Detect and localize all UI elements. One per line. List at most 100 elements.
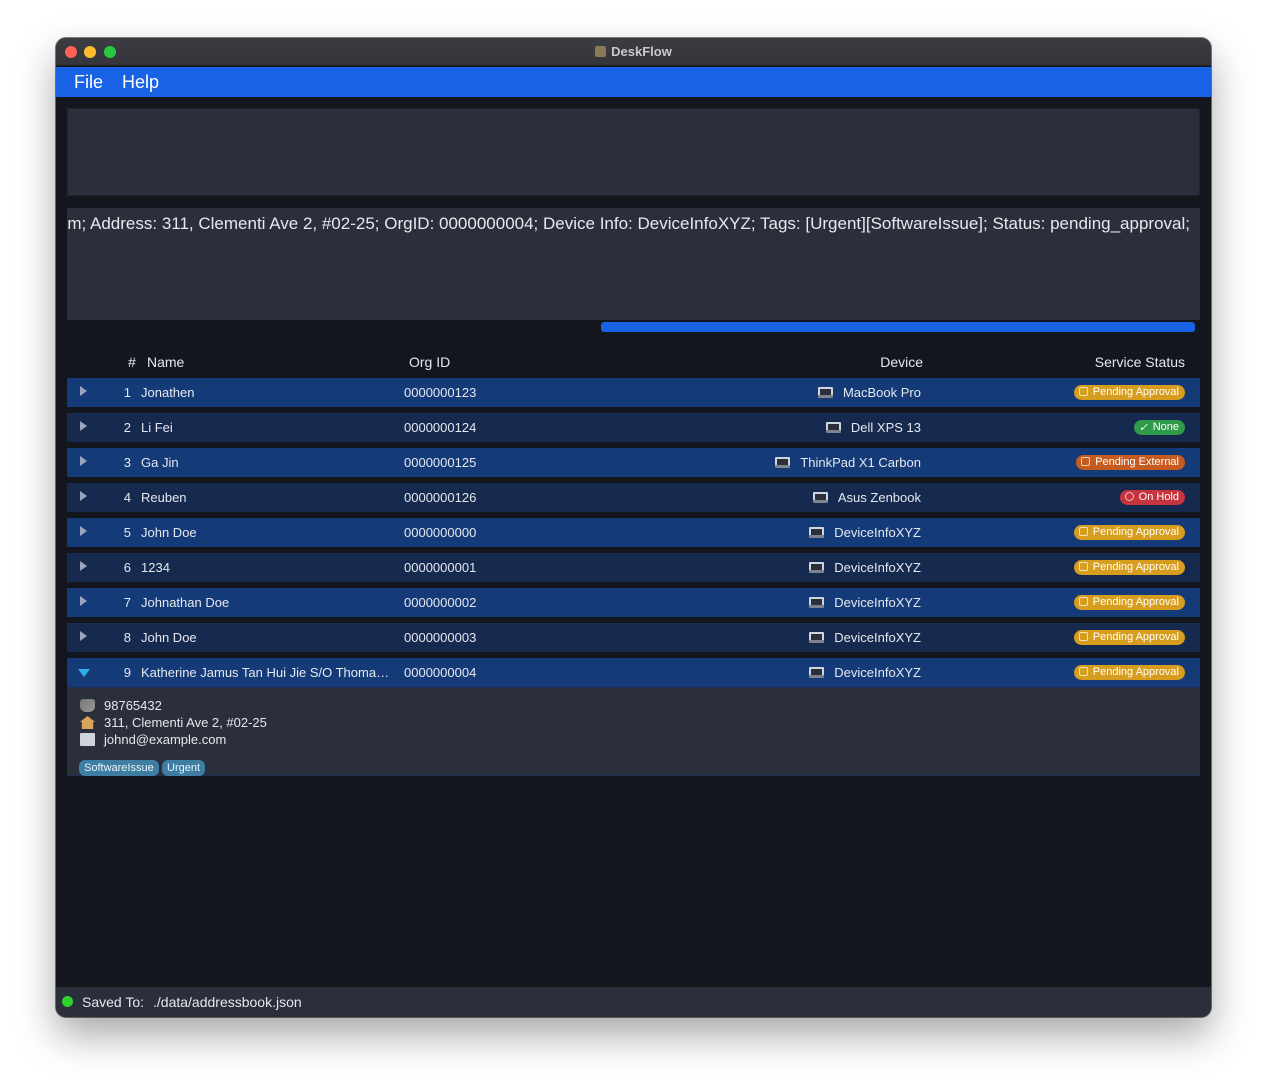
row-org-id: 0000000000 [404, 525, 477, 540]
status-badge-text: None [1152, 421, 1179, 433]
expand-arrow-icon[interactable] [80, 526, 87, 536]
row-device-text: Dell XPS 13 [850, 420, 921, 435]
row-org-id: 0000000002 [404, 595, 477, 610]
app-window: DeskFlow File Help le.com; Address: 311,… [56, 38, 1211, 1017]
row-number: 1 [123, 385, 131, 400]
hourglass-icon [1078, 597, 1088, 606]
row-device: DeviceInfoXYZ [809, 630, 921, 645]
table-row[interactable]: 8 John Doe 0000000003 DeviceInfoXYZ Pend… [67, 623, 1200, 652]
detail-phone: 98765432 [80, 698, 162, 713]
app-icon [595, 46, 607, 57]
status-badge: Pending Approval [1073, 525, 1185, 540]
status-badge: ✓ None [1133, 420, 1185, 435]
expand-arrow-icon[interactable] [80, 421, 87, 431]
row-device: Dell XPS 13 [825, 420, 921, 435]
row-device-text: DeviceInfoXYZ [834, 560, 921, 575]
status-badge: On Hold [1119, 490, 1185, 505]
status-label: Saved To: [82, 994, 145, 1010]
table-row[interactable]: 3 Ga Jin 0000000125 ThinkPad X1 Carbon P… [67, 448, 1200, 477]
table-row[interactable]: 1 Jonathen 0000000123 MacBook Pro Pendin… [67, 378, 1200, 407]
tag-chip: SoftwareIssue [79, 760, 159, 776]
row-org-id: 0000000126 [404, 490, 477, 505]
menu-file[interactable]: File [74, 72, 103, 93]
table-row[interactable]: 6 1234 0000000001 DeviceInfoXYZ Pending … [67, 553, 1200, 582]
row-name: 1234 [141, 560, 170, 575]
expand-arrow-icon[interactable] [80, 561, 87, 571]
status-badge-text: On Hold [1138, 491, 1179, 503]
column-header-name: Name [147, 354, 185, 370]
detail-email: johnd@example.com [80, 732, 226, 747]
detail-address-text: 311, Clementi Ave 2, #02-25 [104, 715, 267, 730]
table-row[interactable]: 7 Johnathan Doe 0000000002 DeviceInfoXYZ… [67, 588, 1200, 617]
laptop-icon [825, 422, 841, 433]
laptop-icon [809, 667, 825, 678]
row-device: ThinkPad X1 Carbon [775, 455, 921, 470]
status-badge: Pending Approval [1073, 385, 1185, 400]
row-number: 5 [123, 525, 131, 540]
row-device: Asus Zenbook [812, 490, 921, 505]
expand-arrow-icon[interactable] [80, 596, 87, 606]
laptop-icon [809, 527, 825, 538]
row-name: Li Fei [141, 420, 173, 435]
hourglass-icon [1078, 667, 1088, 676]
row-number: 4 [123, 490, 131, 505]
expand-arrow-icon[interactable] [80, 456, 87, 466]
row-org-id: 0000000123 [404, 385, 477, 400]
row-device-text: ThinkPad X1 Carbon [800, 455, 921, 470]
collapse-arrow-icon[interactable] [78, 669, 90, 677]
row-name: Reuben [141, 490, 187, 505]
column-header-org-id: Org ID [409, 354, 451, 370]
column-header-device: Device [880, 354, 923, 370]
expand-arrow-icon[interactable] [80, 631, 87, 641]
contact-list: 1 Jonathen 0000000123 MacBook Pro Pendin… [67, 378, 1200, 776]
expand-arrow-icon[interactable] [80, 491, 87, 501]
row-number: 9 [123, 665, 131, 680]
detail-phone-text: 98765432 [104, 698, 162, 713]
table-row[interactable]: 2 Li Fei 0000000124 Dell XPS 13 ✓ None [67, 413, 1200, 442]
external-icon [1081, 457, 1091, 466]
row-org-id: 0000000003 [404, 630, 477, 645]
command-input[interactable] [67, 108, 1200, 196]
table-row[interactable]: 4 Reuben 0000000126 Asus Zenbook On Hold [67, 483, 1200, 512]
home-icon [80, 716, 95, 729]
laptop-icon [812, 492, 828, 503]
status-badge-text: Pending External [1095, 456, 1179, 468]
row-name: Jonathen [141, 385, 195, 400]
status-badge: Pending Approval [1073, 560, 1185, 575]
row-name: Katherine Jamus Tan Hui Jie S/O Thomas W… [141, 665, 393, 680]
row-org-id: 0000000124 [404, 420, 477, 435]
laptop-icon [817, 387, 833, 398]
table-row[interactable]: 5 John Doe 0000000000 DeviceInfoXYZ Pend… [67, 518, 1200, 547]
checkmark-icon: ✓ [1138, 422, 1148, 434]
result-display[interactable]: le.com; Address: 311, Clementi Ave 2, #0… [67, 208, 1200, 320]
result-scrollbar[interactable] [67, 320, 1200, 334]
save-path: ./data/addressbook.json [153, 994, 302, 1010]
table-row-expanded[interactable]: 9 Katherine Jamus Tan Hui Jie S/O Thomas… [67, 658, 1200, 687]
status-badge-text: Pending Approval [1092, 631, 1179, 643]
laptop-icon [775, 457, 791, 468]
expand-arrow-icon[interactable] [80, 386, 87, 396]
status-badge-text: Pending Approval [1092, 561, 1179, 573]
saved-indicator-icon [62, 996, 73, 1007]
row-device: MacBook Pro [817, 385, 921, 400]
row-name: Ga Jin [141, 455, 179, 470]
row-device-text: DeviceInfoXYZ [834, 630, 921, 645]
result-text: le.com; Address: 311, Clementi Ave 2, #0… [67, 214, 1190, 233]
title-bar: DeskFlow [56, 38, 1211, 66]
status-badge: Pending Approval [1073, 630, 1185, 645]
menu-help[interactable]: Help [122, 72, 159, 93]
status-badge-text: Pending Approval [1092, 386, 1179, 398]
status-bar: Saved To: ./data/addressbook.json [56, 987, 1211, 1017]
row-number: 3 [123, 455, 131, 470]
phone-icon [80, 699, 95, 712]
table-header: # Name Org ID Device Service Status [67, 348, 1200, 374]
row-device-text: DeviceInfoXYZ [834, 665, 921, 680]
hourglass-icon [1078, 562, 1088, 571]
row-name: John Doe [141, 630, 197, 645]
laptop-icon [809, 632, 825, 643]
detail-email-text: johnd@example.com [104, 732, 227, 747]
row-device-text: DeviceInfoXYZ [834, 525, 921, 540]
result-scrollbar-thumb[interactable] [601, 322, 1195, 332]
row-device: DeviceInfoXYZ [809, 595, 921, 610]
detail-address: 311, Clementi Ave 2, #02-25 [80, 715, 267, 730]
